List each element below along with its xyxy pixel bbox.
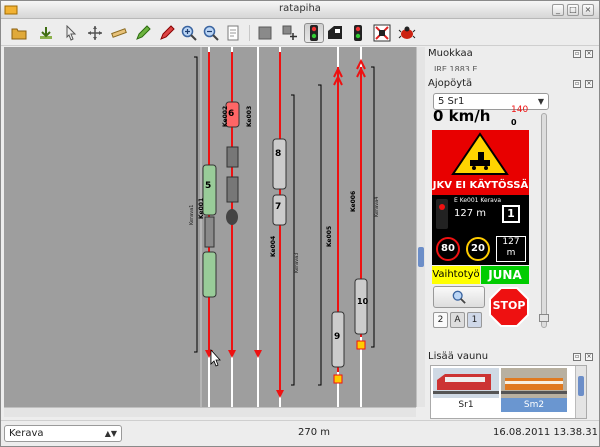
car-list-scrollbar[interactable] — [575, 366, 586, 418]
signal-number: 1 — [502, 205, 520, 223]
track-label: Ke001 — [198, 197, 205, 219]
muokkaa-dock: Muokkaa ▫ × IRE 1883.E — [428, 47, 598, 77]
track-label: Ke003 — [246, 105, 253, 127]
download-icon[interactable] — [36, 23, 56, 43]
train-number: 9 — [334, 332, 341, 342]
switch-icon[interactable] — [372, 23, 392, 43]
gear-button-1[interactable]: 1 — [467, 312, 482, 328]
speed-slider[interactable] — [539, 113, 549, 328]
train-number: 7 — [275, 202, 282, 212]
track-canvas[interactable] — [4, 47, 416, 407]
signal-panel: E Ke001 Kerava 127 m 1 — [432, 195, 529, 234]
open-folder-icon[interactable] — [9, 23, 29, 43]
limit-sign-2: 20 — [466, 237, 490, 261]
status-bar: Kerava ▲▼ 270 m 16.08.2011 13.38.31 — [1, 420, 599, 446]
close-dock-icon[interactable]: × — [585, 50, 593, 58]
vertical-scroll-thumb[interactable] — [418, 247, 424, 267]
train-icon[interactable] — [325, 23, 345, 43]
track-view[interactable]: 5 6 7 8 9 10 Ke001 Ke002 Ke003 Ke004 Ke0… — [4, 47, 416, 407]
car-list[interactable]: Sr1 Sm2 — [430, 365, 587, 419]
ruler-icon[interactable] — [109, 23, 129, 43]
add-block-icon[interactable] — [280, 23, 300, 43]
car-item-sr1[interactable]: Sr1 — [433, 368, 499, 412]
undock-icon[interactable]: ▫ — [573, 50, 581, 58]
zoom-to-train-button[interactable] — [433, 286, 485, 308]
sr1-locomotive-icon — [433, 368, 499, 398]
move-icon[interactable] — [85, 23, 105, 43]
track-vertical-scrollbar[interactable] — [416, 47, 425, 407]
signal-lamp-icon — [436, 199, 448, 229]
jkv-panel: JKV EI KÄYTÖSSÄ — [432, 130, 529, 195]
shunting-mode-button[interactable]: Vaihtotyö — [432, 266, 480, 284]
speed-slider-handle[interactable] — [539, 314, 549, 322]
track-label-small: Kerava3 — [294, 252, 300, 273]
next-signal-name: E Ke001 Kerava — [454, 197, 502, 204]
muokkaa-title: Muokkaa — [428, 48, 473, 59]
eraser-icon[interactable] — [157, 23, 177, 43]
app-window: ratapiha _ □ × 5 6 7 8 9 10 Ke001 Ke002 … — [0, 0, 600, 447]
title-bar: ratapiha _ □ × — [1, 1, 599, 19]
track-horizontal-scrollbar[interactable] — [4, 407, 416, 417]
jkv-status-text: JKV EI KÄYTÖSSÄ — [432, 180, 529, 191]
train-mode-button[interactable]: JUNA — [481, 266, 529, 284]
track-label: Ke004 — [270, 235, 277, 257]
maximize-icon[interactable]: □ — [567, 4, 579, 16]
green-signal-icon[interactable] — [348, 23, 368, 43]
stop-button[interactable]: STOP — [488, 286, 530, 328]
signal-distance: 127 m — [454, 208, 487, 219]
track-label: Ke006 — [350, 190, 357, 212]
zoom-icon — [452, 290, 466, 304]
car-label: Sr1 — [458, 400, 474, 410]
window-title: ratapiha — [279, 3, 321, 14]
pencil-icon[interactable] — [133, 23, 153, 43]
speed-limit: 140 — [511, 105, 529, 115]
limit-distance: 127 m — [496, 236, 526, 262]
track-label: Ke005 — [326, 225, 333, 247]
close-dock-icon[interactable]: × — [585, 80, 593, 88]
bug-icon[interactable] — [397, 23, 417, 43]
close-dock-icon[interactable]: × — [585, 353, 593, 361]
speed-readout: 0 km/h — [433, 107, 491, 125]
gear-button-2[interactable]: 2 — [433, 312, 448, 328]
minimize-icon[interactable]: _ — [552, 4, 564, 16]
limit-sign-1: 80 — [436, 237, 460, 261]
toolbar — [1, 20, 599, 46]
toolbar-separator — [249, 25, 250, 41]
zoom-in-icon[interactable] — [179, 23, 199, 43]
ajopoyta-title: Ajopöytä — [428, 78, 473, 89]
ajopoyta-dock: Ajopöytä ▫ × 5 Sr1 ▼ 0 km/h 140 0 JKV EI … — [428, 78, 598, 348]
station-select[interactable]: Kerava ▲▼ — [4, 425, 122, 442]
track-label: Ke002 — [222, 105, 229, 127]
undock-icon[interactable]: ▫ — [573, 353, 581, 361]
pointer-icon[interactable] — [61, 23, 81, 43]
limit-panel: 80 20 127 m — [432, 234, 529, 265]
stop-label: STOP — [492, 299, 526, 312]
undock-icon[interactable]: ▫ — [573, 80, 581, 88]
stop-square-icon[interactable] — [255, 23, 275, 43]
train-number: 8 — [275, 149, 282, 159]
close-icon[interactable]: × — [582, 4, 594, 16]
signal-icon[interactable] — [304, 23, 324, 43]
lisaa-vaunu-title: Lisää vaunu — [428, 351, 489, 362]
datetime-readout: 16.08.2011 13.38.31 — [493, 427, 598, 438]
zoom-out-icon[interactable] — [201, 23, 221, 43]
gear-button-a[interactable]: A — [450, 312, 465, 328]
muokkaa-partial-text: IRE 1883.E — [434, 65, 478, 71]
car-item-sm2[interactable]: Sm2 — [501, 368, 567, 412]
page-icon[interactable] — [223, 23, 243, 43]
car-label: Sm2 — [523, 400, 545, 410]
lisaa-vaunu-dock: Lisää vaunu ▫ × Sr1 Sm2 — [428, 351, 598, 419]
train-number: 5 — [205, 181, 212, 191]
track-label-small: Kerava4 — [374, 196, 380, 217]
distance-readout: 270 m — [298, 427, 331, 438]
track-label-small: Kerava1 — [189, 204, 195, 225]
target-speed: 0 — [511, 118, 517, 127]
sm2-train-icon — [501, 368, 567, 398]
train-number: 10 — [357, 297, 369, 306]
